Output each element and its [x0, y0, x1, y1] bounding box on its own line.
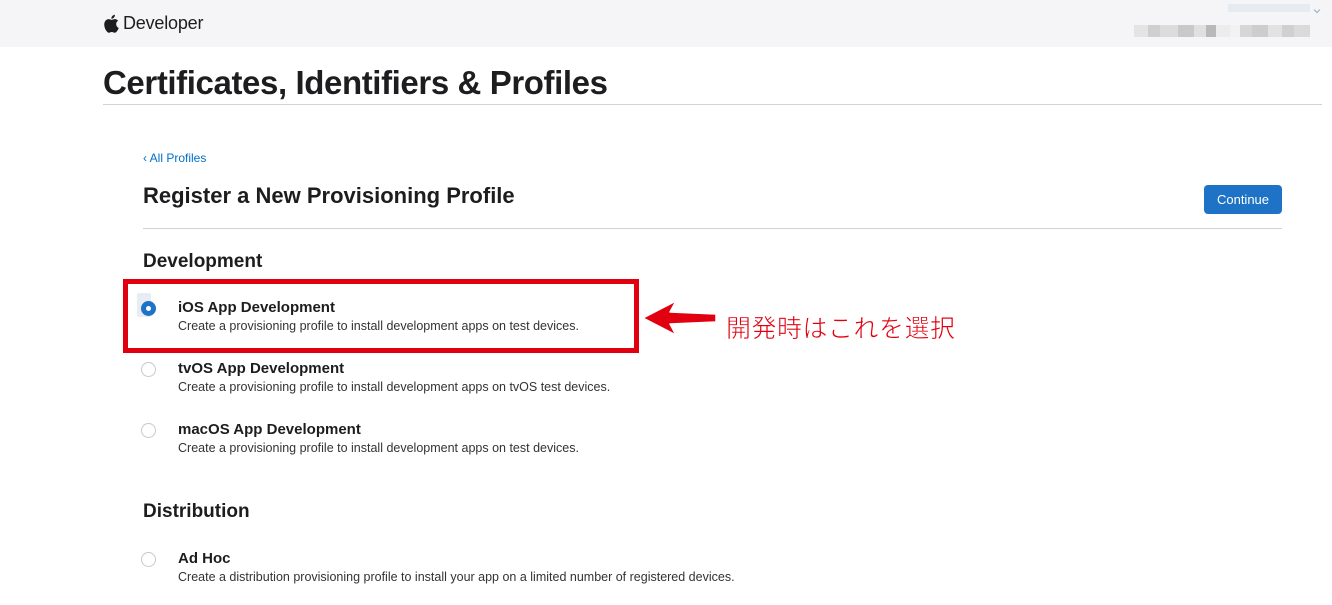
option-description: Create a provisioning profile to install…	[178, 441, 579, 455]
option-tvos-app-development[interactable]: tvOS App Development Create a provisioni…	[141, 360, 901, 400]
brand-text: Developer	[123, 12, 204, 33]
global-header: Developer	[0, 0, 1332, 47]
page-title: Certificates, Identifiers & Profiles	[103, 64, 608, 101]
apple-logo-icon	[104, 14, 119, 33]
option-description: Create a distribution provisioning profi…	[178, 570, 735, 584]
option-macos-app-development[interactable]: macOS App Development Create a provision…	[141, 421, 901, 461]
development-heading: Development	[143, 251, 263, 272]
option-label: macOS App Development	[178, 421, 361, 438]
section-divider	[143, 228, 1282, 229]
developer-home-link[interactable]: Developer	[103, 11, 203, 35]
annotation-arrow-icon	[642, 300, 717, 336]
option-description: Create a provisioning profile to install…	[178, 380, 611, 394]
radio-ad-hoc[interactable]	[141, 552, 156, 567]
account-menu-blurred[interactable]	[1134, 25, 1310, 37]
distribution-heading: Distribution	[143, 501, 250, 522]
radio-tvos-app-development[interactable]	[141, 362, 156, 377]
title-divider	[103, 104, 1322, 105]
chevron-down-icon[interactable]	[1312, 6, 1322, 16]
annotation-highlight-box	[123, 279, 639, 353]
option-ad-hoc[interactable]: Ad Hoc Create a distribution provisionin…	[141, 550, 901, 590]
option-label: tvOS App Development	[178, 360, 345, 377]
option-label: Ad Hoc	[178, 550, 231, 567]
all-profiles-back-link[interactable]: ‹ All Profiles	[143, 151, 206, 165]
annotation-text: 開発時はこれを選択	[726, 314, 956, 344]
account-name-blurred	[1228, 4, 1310, 12]
radio-macos-app-development[interactable]	[141, 423, 156, 438]
section-title: Register a New Provisioning Profile	[143, 183, 515, 208]
continue-button[interactable]: Continue	[1204, 185, 1282, 214]
